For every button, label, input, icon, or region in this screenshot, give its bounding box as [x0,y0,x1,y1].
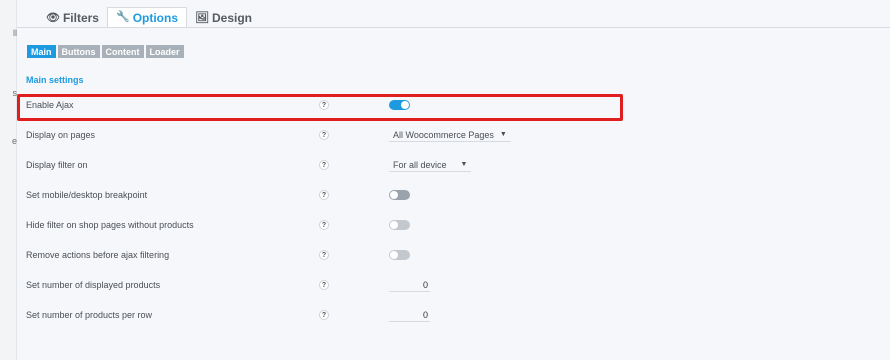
tab-options[interactable]: 🔧 Options [106,7,188,28]
subtab-main[interactable]: Main [27,45,56,58]
displayed-products-input[interactable] [389,278,430,292]
tab-design[interactable]: 🖼 Design [187,8,260,28]
subtab-loader[interactable]: Loader [145,45,184,58]
sidebar-fragment[interactable]: ll [0,28,17,38]
setting-label: Set mobile/desktop breakpoint [26,190,148,200]
setting-label: Set number of products per row [26,310,153,320]
section-title: Main settings [26,75,84,85]
products-per-row-input[interactable] [389,308,430,322]
setting-row-display-on-pages: Display on pages ? All Woocommerce Pages… [18,121,622,149]
setting-label: Hide filter on shop pages without produc… [26,220,194,230]
help-icon[interactable]: ? [319,130,329,140]
subtab-buttons[interactable]: Buttons [57,45,100,58]
setting-label: Display filter on [26,160,88,170]
setting-label: Remove actions before ajax filtering [26,250,170,260]
setting-row-display-filter-on: Display filter on ? For all device ▼ [18,151,622,179]
wrench-icon: 🔧 [115,11,130,23]
enable-ajax-toggle[interactable] [389,100,410,110]
help-icon[interactable]: ? [319,310,329,320]
help-icon[interactable]: ? [319,100,329,110]
setting-row-products-per-row: Set number of products per row ? [18,301,622,329]
select-value: All Woocommerce Pages [393,129,494,140]
hide-filter-toggle[interactable] [389,220,410,230]
tab-label: Options [132,10,179,25]
help-icon[interactable]: ? [319,160,329,170]
main-tabs: 👁 Filters 🔧 Options 🖼 Design [38,7,260,28]
display-filter-on-select[interactable]: For all device ▼ [389,158,472,172]
setting-row-enable-ajax: Enable Ajax ? [18,91,622,119]
setting-label: Display on pages [26,130,96,140]
help-icon[interactable]: ? [319,250,329,260]
setting-row-breakpoint: Set mobile/desktop breakpoint ? [18,181,622,209]
subtab-content[interactable]: Content [101,45,144,58]
help-icon[interactable]: ? [319,220,329,230]
caret-down-icon: ▼ [499,131,507,138]
remove-actions-toggle[interactable] [389,250,410,260]
sidebar-fragment[interactable]: e [0,136,17,146]
display-on-pages-select[interactable]: All Woocommerce Pages ▼ [389,128,511,142]
setting-label: Enable Ajax [26,100,74,110]
left-sidebar-rail: ll s e [0,0,17,360]
tab-label: Filters [62,11,99,25]
image-icon: 🖼 [195,11,209,24]
subtabs: Main Buttons Content Loader [27,45,184,58]
tab-filters[interactable]: 👁 Filters [38,8,107,28]
select-value: For all device [393,159,447,170]
sidebar-fragment[interactable]: s [0,88,18,98]
caret-down-icon: ▼ [460,161,468,168]
setting-row-remove-actions: Remove actions before ajax filtering ? [18,241,622,269]
breakpoint-toggle[interactable] [389,190,410,200]
tab-label: Design [211,11,252,25]
setting-row-displayed-products: Set number of displayed products ? [18,271,622,299]
help-icon[interactable]: ? [319,190,329,200]
tab-divider [17,27,890,28]
eye-icon: 👁 [46,11,60,24]
setting-label: Set number of displayed products [26,280,161,290]
setting-row-hide-filter: Hide filter on shop pages without produc… [18,211,622,239]
help-icon[interactable]: ? [319,280,329,290]
